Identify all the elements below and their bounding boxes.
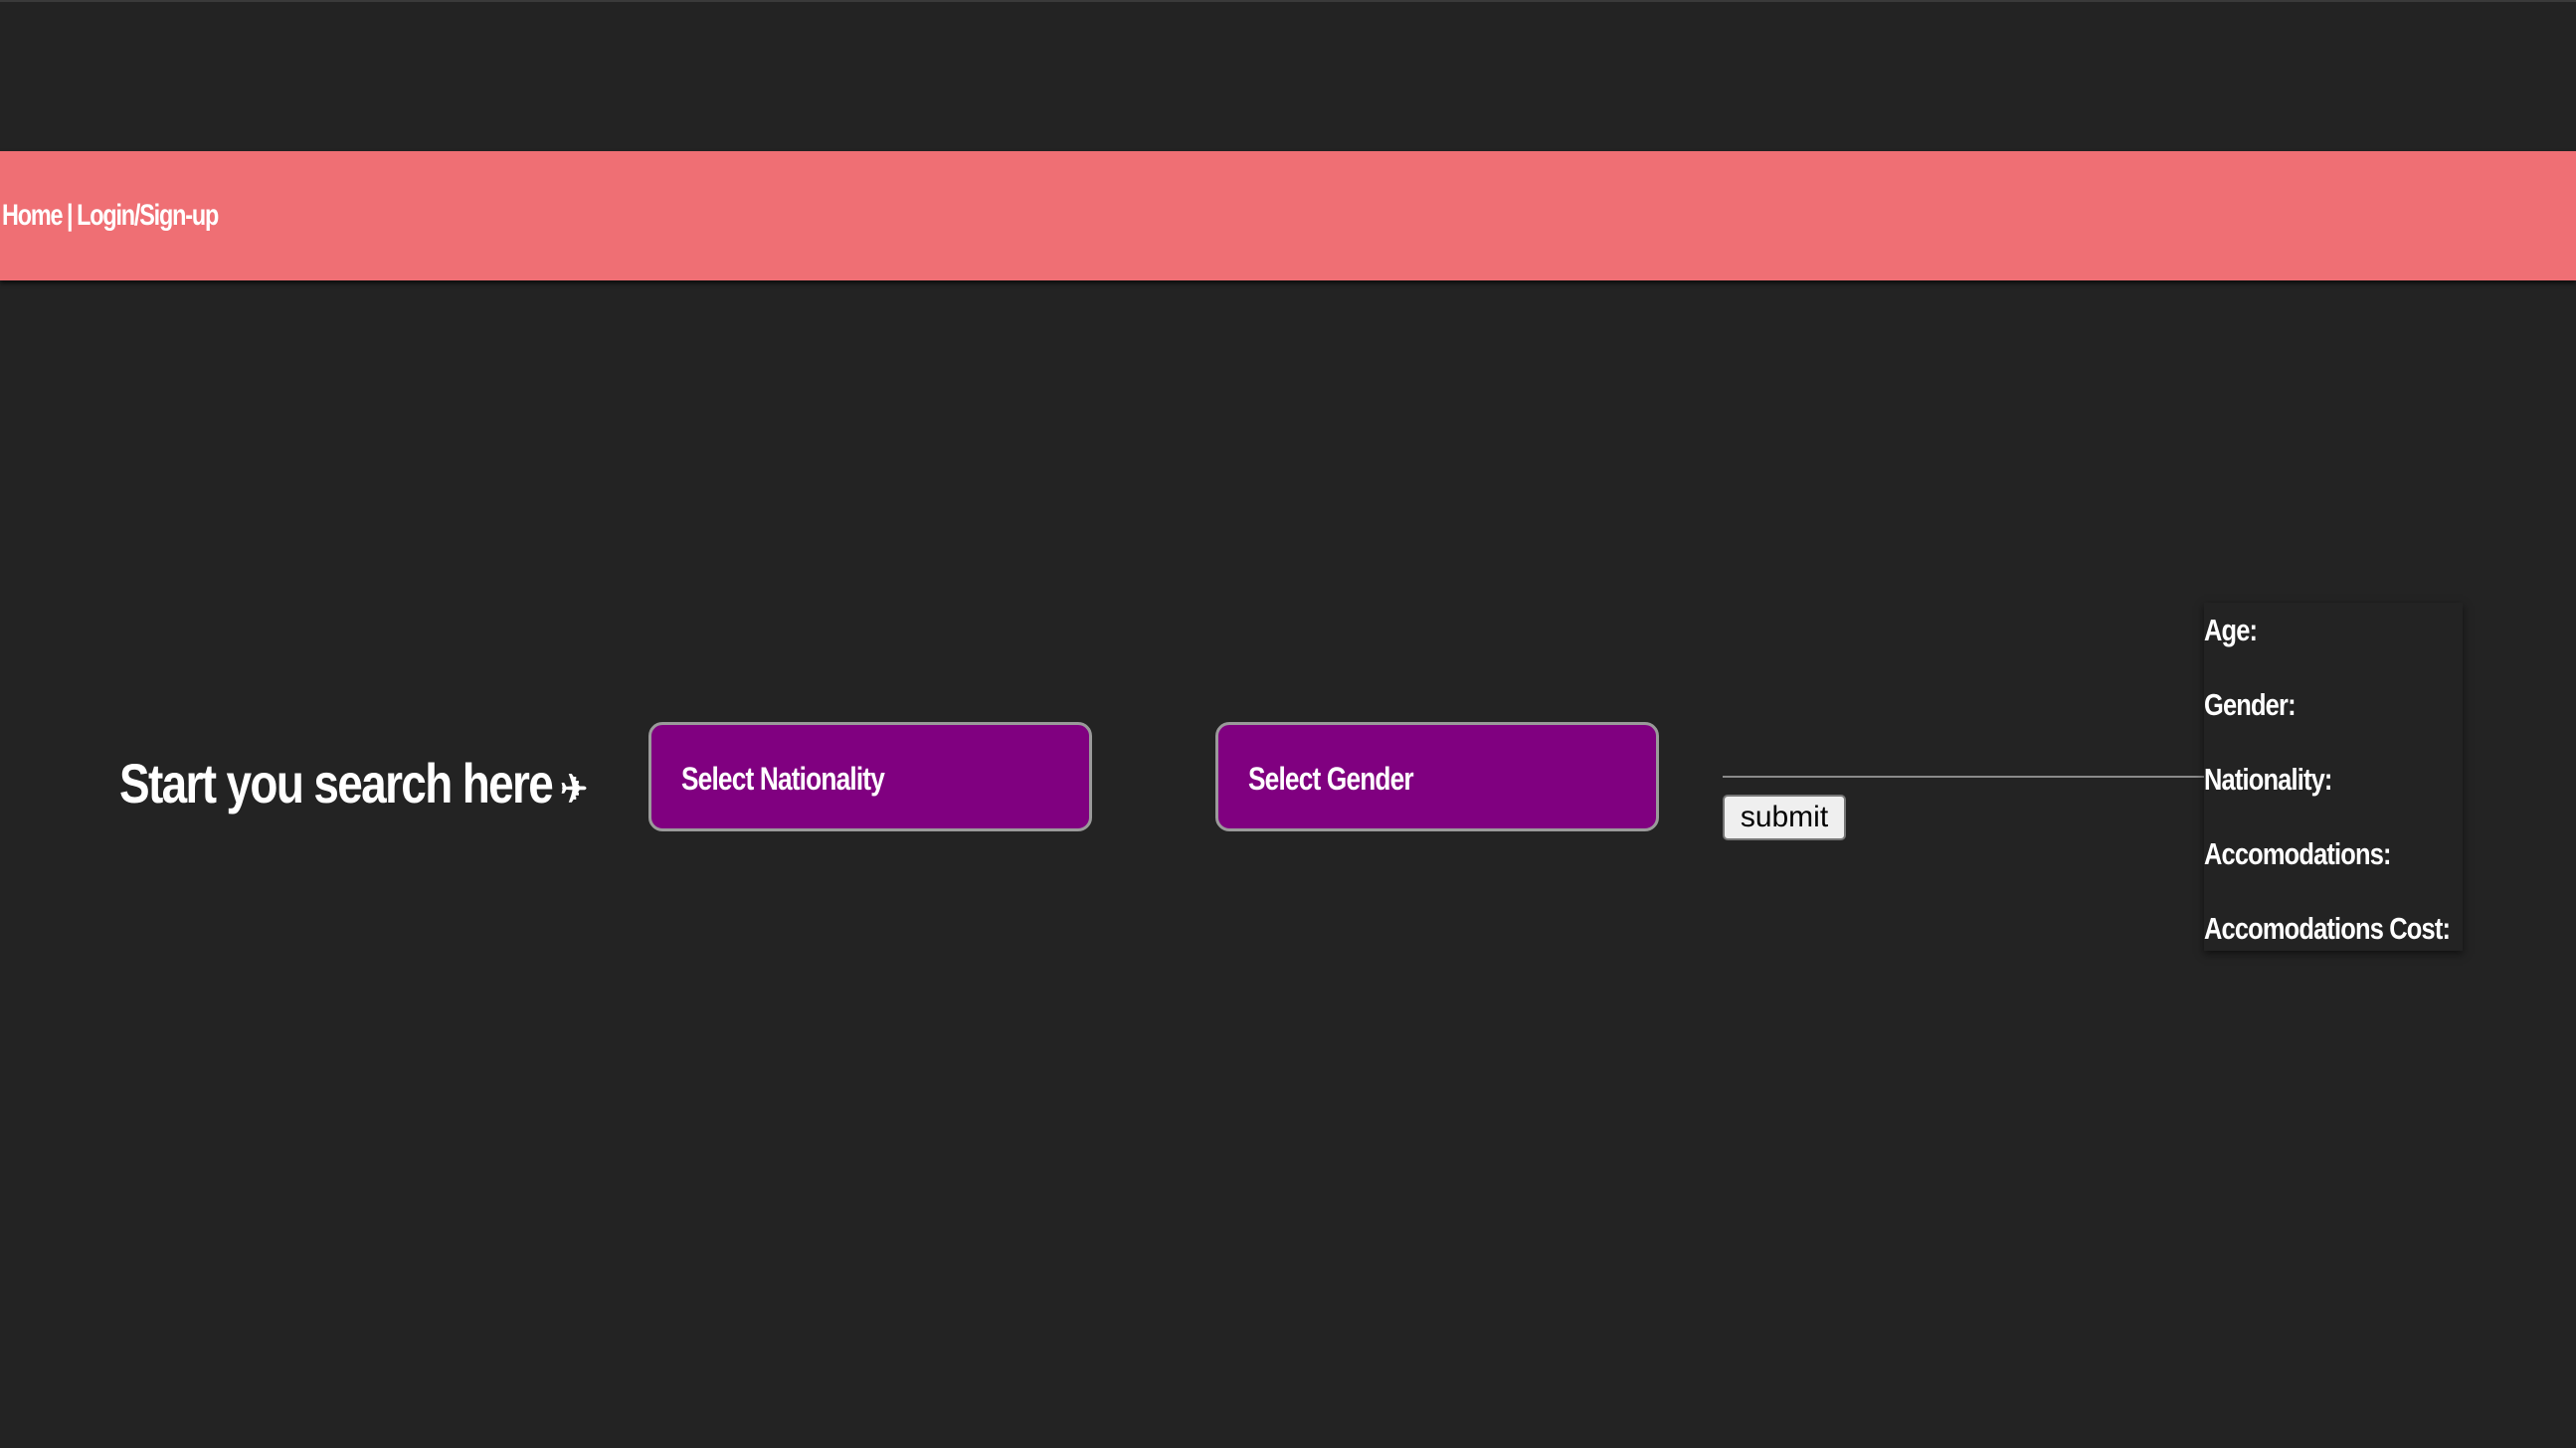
info-panel: Age: Gender: Nationality: Accomodations:… <box>2204 603 2463 951</box>
airplane-icon: ✈ <box>560 768 587 812</box>
nationality-select[interactable]: Select Nationality <box>648 722 1092 831</box>
nav-login-link[interactable]: Login/Sign-up <box>77 199 219 232</box>
nav: Home | Login/Sign-up <box>2 199 219 233</box>
header-bar: Home | Login/Sign-up <box>0 151 2576 280</box>
page-heading: Start you search here ✈ <box>119 751 588 815</box>
nationality-select-label: Select Nationality <box>681 761 885 797</box>
info-accomodations-cost-label: Accomodations Cost: <box>2204 911 2451 946</box>
info-accomodations-label: Accomodations: <box>2204 836 2391 871</box>
gender-select-label: Select Gender <box>1248 761 1414 797</box>
nav-home-link[interactable]: Home <box>2 199 64 232</box>
divider-line <box>1723 776 2204 778</box>
heading-text: Start you search here <box>119 752 554 814</box>
nav-separator: | <box>67 199 74 232</box>
info-age-label: Age: <box>2204 613 2258 647</box>
submit-button[interactable]: submit <box>1723 795 1846 840</box>
info-nationality-label: Nationality: <box>2204 762 2332 797</box>
gender-select[interactable]: Select Gender <box>1215 722 1659 831</box>
page: Home | Login/Sign-up Start you search here… <box>0 0 2576 1448</box>
info-gender-label: Gender: <box>2204 687 2297 722</box>
